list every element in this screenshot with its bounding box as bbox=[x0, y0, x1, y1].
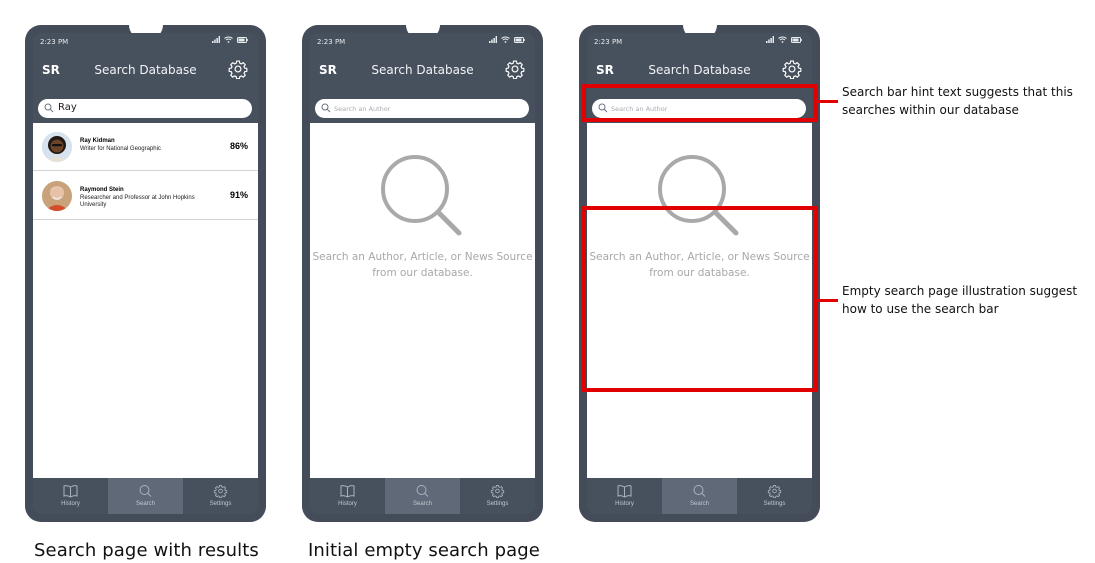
book-icon bbox=[63, 485, 78, 498]
page-title: Search Database bbox=[94, 63, 197, 77]
empty-state: Search an Author, Article, or News Sourc… bbox=[310, 123, 535, 485]
tab-search[interactable]: Search bbox=[385, 478, 460, 514]
tab-history[interactable]: History bbox=[587, 478, 662, 514]
wifi-icon bbox=[778, 36, 787, 43]
caption-empty: Initial empty search page bbox=[308, 540, 540, 561]
tab-label: Search bbox=[412, 501, 432, 507]
screen: 2:23 PM SR Search Database Ray Ray Kidma… bbox=[33, 33, 258, 514]
annotation-empty-illustration: Empty search page illustration suggest h… bbox=[842, 284, 1078, 316]
tab-label: History bbox=[61, 501, 80, 507]
search-icon bbox=[321, 103, 331, 113]
tab-search[interactable]: Search bbox=[662, 478, 737, 514]
search-input[interactable] bbox=[334, 101, 519, 116]
status-time: 2:23 PM bbox=[317, 38, 346, 46]
book-icon bbox=[340, 485, 355, 498]
tab-settings[interactable]: Settings bbox=[460, 478, 535, 514]
tab-label: Settings bbox=[209, 501, 232, 507]
tab-label: Settings bbox=[486, 501, 509, 507]
status-bar: 2:23 PM bbox=[587, 33, 812, 51]
battery-icon bbox=[514, 36, 525, 43]
annotation-search-hint: Search bar hint text suggests that this … bbox=[842, 85, 1073, 117]
gear-icon bbox=[490, 485, 505, 498]
status-bar: 2:23 PM bbox=[310, 33, 535, 51]
magnifier-illustration-icon bbox=[381, 155, 462, 236]
app-header: SR Search Database bbox=[33, 55, 258, 85]
tab-settings[interactable]: Settings bbox=[183, 478, 258, 514]
leader-line bbox=[818, 299, 838, 302]
battery-icon bbox=[237, 36, 248, 43]
empty-message: Search an Author, Article, or News Sourc… bbox=[312, 251, 533, 279]
search-value: Ray bbox=[58, 102, 77, 113]
list-item[interactable]: Ray Kidman Writer for National Geographi… bbox=[33, 123, 258, 171]
match-score: 91% bbox=[229, 190, 248, 200]
phone-empty: 2:23 PM SR Search Database Search an Aut… bbox=[302, 25, 543, 522]
tab-settings[interactable]: Settings bbox=[737, 478, 812, 514]
highlight-search-bar bbox=[582, 84, 818, 122]
author-description: Researcher and Professor at John Hopkins… bbox=[80, 195, 195, 208]
match-score: 86% bbox=[229, 141, 248, 151]
highlight-empty-illustration bbox=[582, 206, 818, 392]
bottom-tab-bar: History Search Settings bbox=[310, 478, 535, 514]
bottom-tab-bar: History Search Settings bbox=[33, 478, 258, 514]
signal-icon bbox=[489, 36, 497, 43]
list-item[interactable]: Raymond Stein Researcher and Professor a… bbox=[33, 172, 258, 220]
screen: 2:23 PM SR Search Database Search an Aut… bbox=[310, 33, 535, 514]
signal-icon bbox=[766, 36, 774, 43]
status-time: 2:23 PM bbox=[594, 38, 623, 46]
leader-line bbox=[818, 100, 838, 103]
tab-search[interactable]: Search bbox=[108, 478, 183, 514]
status-bar: 2:23 PM bbox=[33, 33, 258, 51]
bottom-tab-bar: History Search Settings bbox=[587, 478, 812, 514]
page-title: Search Database bbox=[371, 63, 474, 77]
search-icon bbox=[139, 485, 152, 497]
app-header: SR Search Database bbox=[310, 55, 535, 85]
status-time: 2:23 PM bbox=[40, 38, 69, 46]
gear-icon[interactable] bbox=[782, 59, 802, 79]
gear-icon bbox=[213, 485, 228, 498]
author-name: Ray Kidman bbox=[80, 138, 115, 144]
page-title: Search Database bbox=[648, 63, 751, 77]
app-header: SR Search Database bbox=[587, 55, 812, 85]
author-name: Raymond Stein bbox=[80, 187, 124, 193]
tab-label: Search bbox=[135, 501, 155, 507]
search-icon bbox=[44, 103, 54, 113]
gear-icon bbox=[767, 485, 782, 498]
avatar bbox=[42, 132, 72, 162]
wifi-icon bbox=[224, 36, 233, 43]
tab-label: Settings bbox=[763, 501, 786, 507]
author-description: Writer for National Geographic bbox=[80, 146, 161, 152]
signal-icon bbox=[212, 36, 220, 43]
tab-label: Search bbox=[689, 501, 709, 507]
tab-label: History bbox=[338, 501, 357, 507]
avatar bbox=[42, 181, 72, 211]
battery-icon bbox=[791, 36, 802, 43]
tab-label: History bbox=[615, 501, 634, 507]
gear-icon[interactable] bbox=[505, 59, 525, 79]
phone-results: 2:23 PM SR Search Database Ray Ray Kidma… bbox=[25, 25, 266, 522]
tab-history[interactable]: History bbox=[310, 478, 385, 514]
caption-results: Search page with results bbox=[34, 540, 259, 561]
search-icon bbox=[693, 485, 706, 497]
search-input[interactable]: Ray bbox=[38, 99, 252, 118]
wifi-icon bbox=[501, 36, 510, 43]
tab-history[interactable]: History bbox=[33, 478, 108, 514]
book-icon bbox=[617, 485, 632, 498]
gear-icon[interactable] bbox=[228, 59, 248, 79]
search-bar bbox=[315, 99, 529, 118]
results-list: Ray Kidman Writer for National Geographi… bbox=[33, 123, 258, 485]
search-icon bbox=[416, 485, 429, 497]
